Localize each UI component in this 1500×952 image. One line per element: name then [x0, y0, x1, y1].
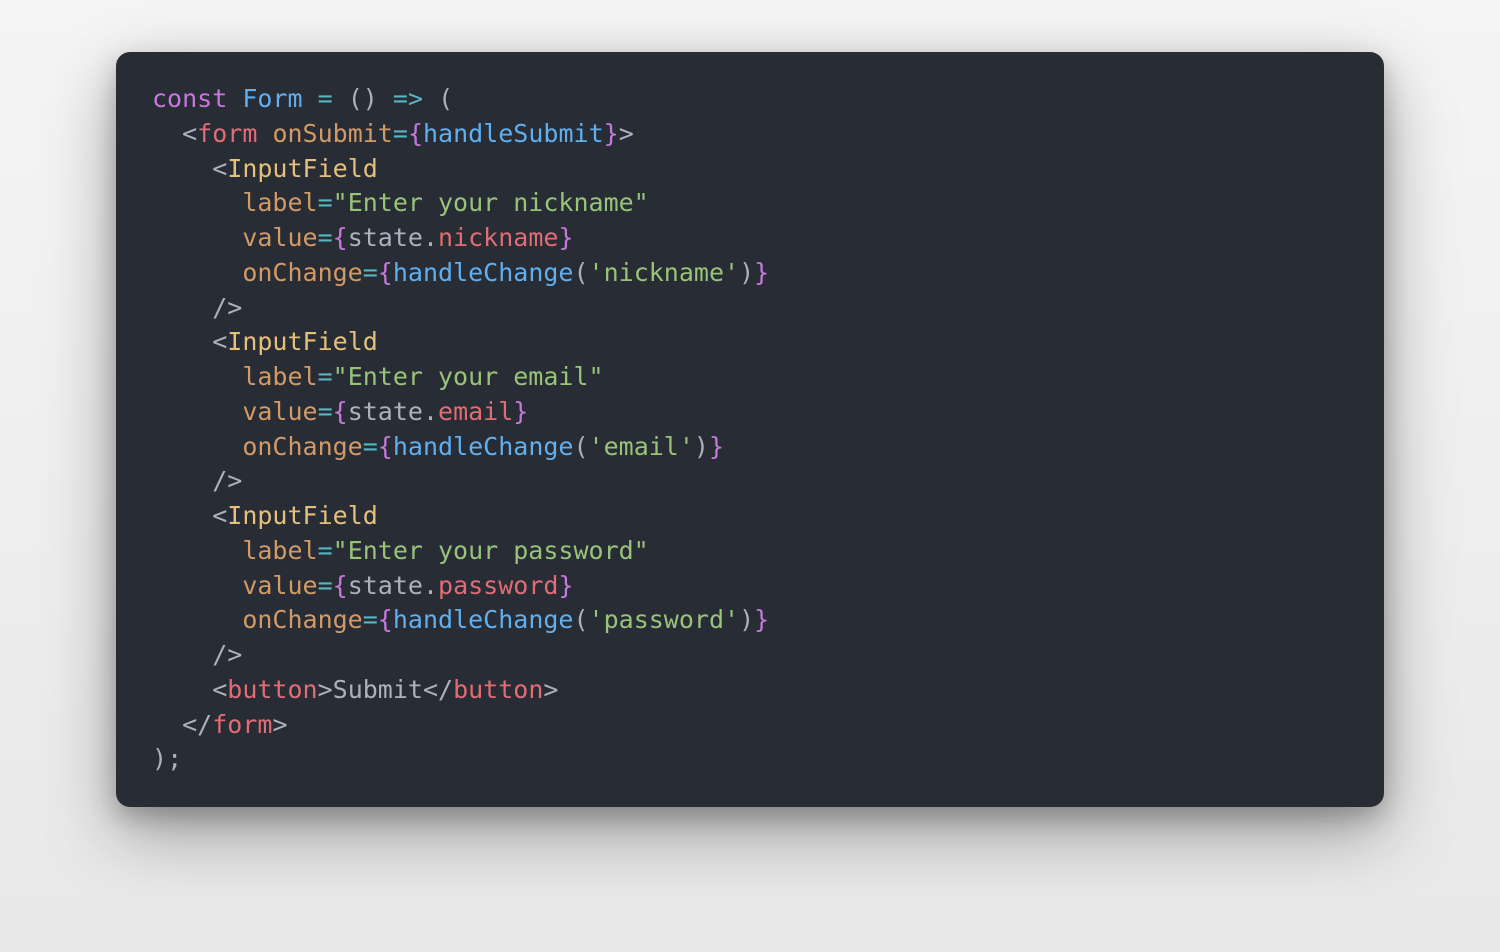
- code-block[interactable]: const Form = () => ( <form onSubmit={han…: [152, 82, 1348, 777]
- code-text: const Form = () => ( <form onSubmit={han…: [152, 84, 769, 773]
- code-card: const Form = () => ( <form onSubmit={han…: [116, 52, 1384, 807]
